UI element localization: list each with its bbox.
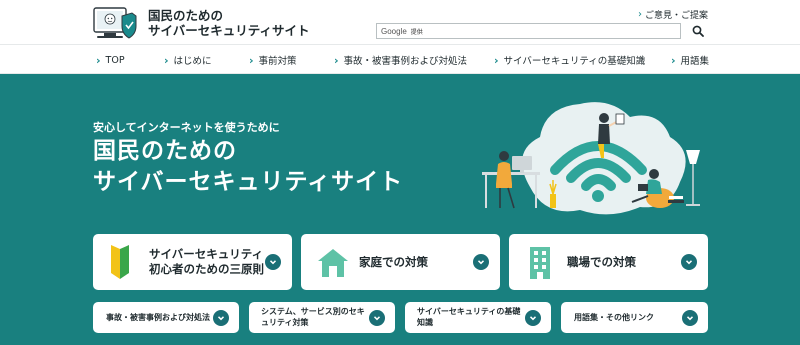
chevron-down-icon xyxy=(369,310,385,326)
hero-subtitle: 安心してインターネットを使うために xyxy=(93,121,280,134)
card-glossary-links[interactable]: 用語集・その他リンク xyxy=(561,302,708,333)
nav-item-basics[interactable]: › サイバーセキュリティの基礎知識 xyxy=(494,45,645,75)
card-label-line1: 職場での対策 xyxy=(567,255,636,269)
card-label-line2: 初心者のための三原則 xyxy=(149,262,264,276)
card-security-basics[interactable]: サイバーセキュリティの基礎 知識 xyxy=(405,302,551,333)
nav-item-introduction[interactable]: › はじめに xyxy=(164,45,212,75)
card-incidents[interactable]: 事故・被害事例および対処法 xyxy=(93,302,239,333)
card-label: サイバーセキュリティの基礎 知識 xyxy=(417,306,520,328)
hero-section: 安心してインターネットを使うために 国民のための サイバーセキュリティサイト サ… xyxy=(0,74,800,345)
chevron-right-icon: › xyxy=(637,9,642,20)
site-title[interactable]: 国民のための サイバーセキュリティサイト xyxy=(148,8,310,38)
beginner-mark-icon xyxy=(111,245,129,279)
nav-item-label[interactable]: はじめに xyxy=(174,53,212,67)
card-label: 職場での対策 xyxy=(567,255,636,270)
chevron-down-icon xyxy=(265,254,281,270)
nav-item-top[interactable]: › TOP xyxy=(96,45,125,75)
hero-title: 国民のための サイバーセキュリティサイト xyxy=(93,136,403,198)
site-logo-icon[interactable] xyxy=(92,6,138,40)
nav-item-label[interactable]: 用語集 xyxy=(681,53,710,67)
chevron-down-icon xyxy=(473,254,489,270)
hero-title-line2: サイバーセキュリティサイト xyxy=(93,169,404,195)
feedback-link[interactable]: › ご意見・ご提案 xyxy=(638,8,708,21)
chevron-down-icon xyxy=(213,310,229,326)
card-beginner-principles[interactable]: サイバーセキュリティ 初心者のための三原則 xyxy=(93,234,292,290)
search-button[interactable] xyxy=(690,23,706,39)
nav-item-incidents[interactable]: › 事故・被害事例および対処法 xyxy=(334,45,467,75)
chevron-right-icon: › xyxy=(334,53,339,67)
card-label: 家庭での対策 xyxy=(359,255,428,270)
site-title-line2[interactable]: サイバーセキュリティサイト xyxy=(148,23,310,38)
hero-illustration xyxy=(482,102,700,215)
chevron-right-icon: › xyxy=(671,53,676,67)
global-nav: › TOP › はじめに › 事前対策 › 事故・被害事例および対処法 › サイ… xyxy=(0,44,800,74)
card-label-line1: 事故・被害事例および対処法 xyxy=(106,313,210,322)
card-label-line1: 家庭での対策 xyxy=(359,255,428,269)
search-icon xyxy=(692,25,704,37)
nav-item-glossary[interactable]: › 用語集 xyxy=(671,45,709,75)
nav-item-label[interactable]: サイバーセキュリティの基礎知識 xyxy=(504,53,646,67)
nav-item-prevention[interactable]: › 事前対策 xyxy=(249,45,297,75)
chevron-down-icon xyxy=(682,310,698,326)
card-label-line1: システム、サービス別のセキ xyxy=(261,307,365,316)
search-placeholder: 提供 xyxy=(410,28,423,36)
card-label-line1: 用語集・その他リンク xyxy=(574,313,654,322)
house-icon xyxy=(318,249,348,277)
feedback-label[interactable]: ご意見・ご提案 xyxy=(645,8,708,21)
card-label: 事故・被害事例および対処法 xyxy=(106,312,210,323)
nav-item-label[interactable]: 事故・被害事例および対処法 xyxy=(344,53,468,67)
card-system-service-security[interactable]: システム、サービス別のセキ ュリティ対策 xyxy=(249,302,395,333)
chevron-right-icon: › xyxy=(494,53,499,67)
chevron-down-icon xyxy=(525,310,541,326)
site-header: 国民のための サイバーセキュリティサイト › ご意見・ご提案 Google 提供 xyxy=(0,0,800,44)
office-building-icon xyxy=(530,247,550,279)
card-home-security[interactable]: 家庭での対策 xyxy=(301,234,500,290)
card-label-line2: ュリティ対策 xyxy=(261,318,309,327)
chevron-right-icon: › xyxy=(249,53,254,67)
chevron-right-icon: › xyxy=(164,53,169,67)
site-title-line1[interactable]: 国民のための xyxy=(148,8,310,23)
chevron-right-icon: › xyxy=(96,53,101,67)
card-label: サイバーセキュリティ 初心者のための三原則 xyxy=(149,247,264,277)
card-label-line1: サイバーセキュリティ xyxy=(149,247,264,261)
card-label: 用語集・その他リンク xyxy=(574,312,654,323)
search-input[interactable]: Google 提供 xyxy=(376,23,681,39)
google-brand: Google xyxy=(381,26,407,36)
card-label: システム、サービス別のセキ ュリティ対策 xyxy=(261,306,365,328)
card-label-line1: サイバーセキュリティの基礎 xyxy=(417,307,521,316)
nav-item-label[interactable]: 事前対策 xyxy=(259,53,297,67)
hero-title-line1: 国民のための xyxy=(93,138,237,164)
card-label-line2: 知識 xyxy=(417,318,433,327)
card-workplace-security[interactable]: 職場での対策 xyxy=(509,234,708,290)
nav-item-label[interactable]: TOP xyxy=(106,55,125,66)
chevron-down-icon xyxy=(681,254,697,270)
